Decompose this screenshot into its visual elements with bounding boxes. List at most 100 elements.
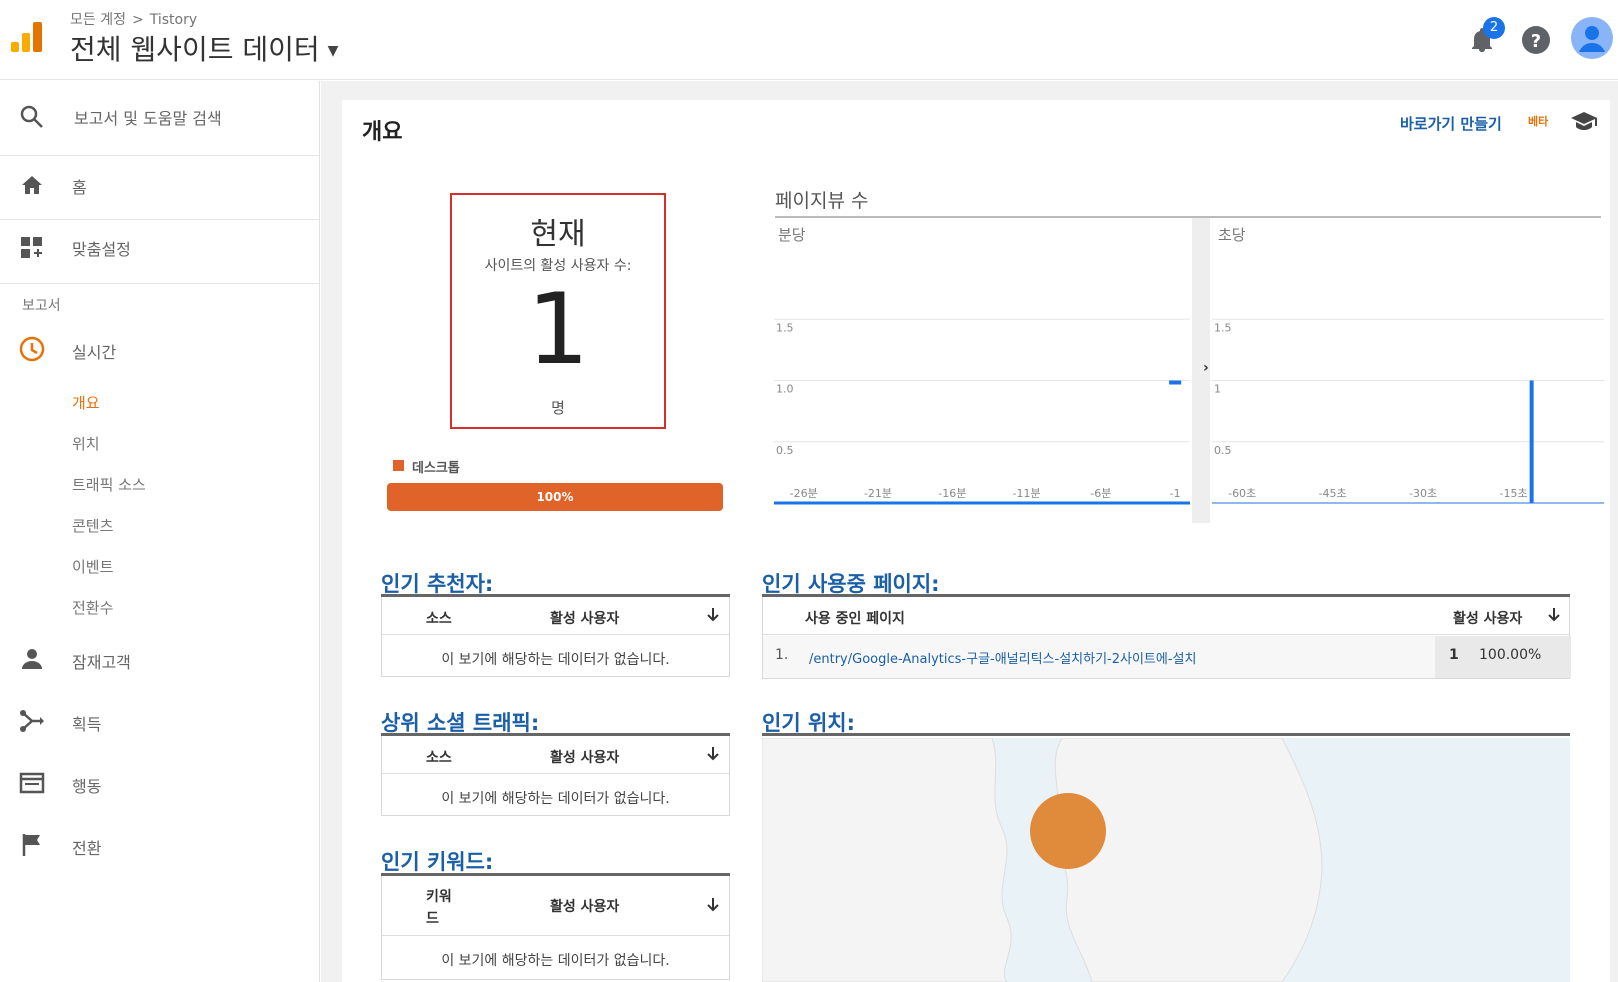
location-map[interactable] — [762, 738, 1570, 982]
y-tick-label: 0.5 — [776, 444, 794, 457]
notification-count-badge: 2 — [1483, 17, 1505, 39]
sort-down-arrow-icon[interactable] — [704, 896, 722, 914]
sidebar: 보고서 및 도움말 검색 홈 맞춤설정 보고서 실시간 개요 위치 트래픽 소스… — [0, 81, 320, 982]
sort-down-arrow-icon[interactable] — [1545, 606, 1563, 624]
create-shortcut-link[interactable]: 바로가기 만들기 — [1400, 113, 1502, 134]
sidebar-item-customize[interactable]: 맞춤설정 — [0, 233, 320, 273]
table-header: 소스 활성 사용자 — [382, 736, 729, 774]
app-header: 모든 계정 > Tistory 전체 웹사이트 데이터 ▼ 2 ? — [0, 0, 1618, 80]
row-active-count: 1 — [1449, 647, 1459, 663]
sidebar-item-label: 획득 — [72, 715, 102, 734]
sidebar-subitem-overview[interactable]: 개요 — [72, 392, 100, 413]
sidebar-item-label: 잠재고객 — [72, 653, 131, 672]
active-users-unit: 명 — [551, 399, 565, 417]
home-icon — [22, 176, 42, 194]
col-active-users[interactable]: 활성 사용자 — [550, 608, 619, 628]
y-tick-label: 0.5 — [1214, 444, 1232, 457]
top-referrals-table: 소스 활성 사용자 이 보기에 해당하는 데이터가 없습니다. — [381, 597, 730, 677]
beta-badge: 베타 — [1528, 115, 1549, 128]
breadcrumb-account[interactable]: 모든 계정 — [70, 12, 126, 28]
chevron-right-icon[interactable]: › — [1203, 360, 1209, 376]
sort-down-arrow-icon[interactable] — [704, 606, 722, 624]
sidebar-subitem-events[interactable]: 이벤트 — [72, 556, 113, 577]
korea-landmass — [1054, 738, 1323, 982]
section-rule — [762, 733, 1570, 736]
y-tick-label: 1.0 — [776, 383, 794, 396]
page-path-link[interactable]: /entry/Google-Analytics-구글-애널리틱스-설치하기-2사… — [809, 648, 1196, 667]
col-active-users[interactable]: 활성 사용자 — [1453, 608, 1522, 628]
x-tick-label: -45초 — [1319, 487, 1347, 500]
pageviews-chart: › 0.5 1.0 1.5 -26분 -21분 -16분 -11분 -6분 -1 0.5 1 1.5 -… — [774, 218, 1604, 523]
y-tick-label: 1.5 — [776, 321, 794, 334]
col-keyword-line2[interactable]: 드 — [426, 908, 439, 928]
person-icon — [22, 649, 42, 669]
location-bubble[interactable] — [1030, 793, 1106, 869]
sidebar-item-home[interactable]: 홈 — [0, 171, 320, 211]
row-index: 1. — [775, 647, 789, 663]
x-tick-label: -30초 — [1409, 487, 1437, 500]
sidebar-item-realtime[interactable]: 실시간 — [0, 335, 320, 371]
data-bar — [1169, 380, 1182, 385]
col-source[interactable]: 소스 — [426, 747, 452, 767]
desktop-legend-swatch — [393, 460, 404, 471]
dashboard-grid-icon — [21, 237, 42, 258]
col-active-page[interactable]: 사용 중인 페이지 — [805, 608, 905, 628]
sidebar-item-label: 실시간 — [72, 343, 117, 362]
help-icon[interactable]: ? — [1518, 22, 1554, 58]
window-layout-icon — [19, 772, 45, 794]
breadcrumb-property[interactable]: Tistory — [150, 12, 197, 28]
top-social-table: 소스 활성 사용자 이 보기에 해당하는 데이터가 없습니다. — [381, 736, 730, 816]
x-tick-label: -21분 — [864, 487, 892, 500]
sidebar-subitem-content[interactable]: 콘텐츠 — [72, 515, 113, 536]
col-keyword-line1[interactable]: 키워 — [426, 886, 452, 906]
x-tick-label: -15초 — [1499, 487, 1527, 500]
x-tick-label: -60초 — [1228, 487, 1256, 500]
map-svg — [762, 738, 1323, 982]
top-pages-table: 사용 중인 페이지 활성 사용자 1. /entry/Google-Analyt… — [762, 597, 1571, 679]
sidebar-item-behavior[interactable]: 행동 — [0, 769, 320, 805]
acquisition-fork-icon — [20, 710, 44, 732]
view-title: 전체 웹사이트 데이터 — [70, 33, 320, 66]
x-tick-label: -16분 — [938, 487, 966, 500]
page-title: 개요 — [362, 120, 403, 145]
sidebar-divider — [0, 155, 320, 156]
row-active-percent: 100.00% — [1479, 647, 1542, 663]
sidebar-divider — [0, 283, 320, 284]
sidebar-subitem-conversions[interactable]: 전환수 — [72, 597, 113, 618]
view-selector[interactable]: 전체 웹사이트 데이터 ▼ — [70, 28, 338, 68]
sidebar-item-audience[interactable]: 잠재고객 — [0, 645, 320, 681]
table-header: 키워 드 활성 사용자 — [382, 876, 729, 936]
x-tick-label: -11분 — [1013, 487, 1041, 500]
sidebar-item-conversions[interactable]: 전환 — [0, 831, 320, 867]
top-keywords-table: 키워 드 활성 사용자 이 보기에 해당하는 데이터가 없습니다. — [381, 876, 730, 980]
sort-down-arrow-icon[interactable] — [704, 745, 722, 763]
sidebar-subitem-traffic-sources[interactable]: 트래픽 소스 — [72, 474, 146, 495]
sidebar-item-label: 홈 — [72, 178, 87, 197]
chevron-down-icon: ▼ — [327, 43, 339, 59]
flag-icon — [22, 834, 40, 856]
sidebar-item-label: 행동 — [72, 777, 102, 796]
analytics-logo-icon[interactable] — [10, 20, 44, 54]
table-row[interactable]: 1. /entry/Google-Analytics-구글-애널리틱스-설치하기… — [763, 636, 1571, 678]
device-share-bar: 100% — [387, 483, 723, 511]
active-users-count: 1 — [526, 273, 590, 387]
col-source[interactable]: 소스 — [426, 608, 452, 628]
sidebar-subitem-locations[interactable]: 위치 — [72, 433, 100, 454]
avatar[interactable] — [1570, 16, 1614, 60]
search-label: 보고서 및 도움말 검색 — [74, 109, 222, 128]
active-users-box: 현재 사이트의 활성 사용자 수: 1 명 — [450, 193, 666, 429]
empty-message: 이 보기에 해당하는 데이터가 없습니다. — [441, 652, 670, 668]
col-active-users[interactable]: 활성 사용자 — [550, 747, 619, 767]
active-users-subtitle: 사이트의 활성 사용자 수: — [484, 258, 632, 274]
empty-message: 이 보기에 해당하는 데이터가 없습니다. — [441, 953, 670, 969]
sidebar-search[interactable]: 보고서 및 도움말 검색 — [0, 101, 320, 141]
table-header: 사용 중인 페이지 활성 사용자 — [763, 597, 1569, 635]
x-tick-label: -1 — [1170, 487, 1181, 500]
empty-message: 이 보기에 해당하는 데이터가 없습니다. — [441, 791, 670, 807]
china-landmass — [762, 738, 1012, 982]
col-active-users[interactable]: 활성 사용자 — [550, 896, 619, 916]
y-tick-label: 1 — [1214, 383, 1221, 396]
graduation-cap-icon[interactable] — [1570, 110, 1598, 132]
breadcrumb[interactable]: 모든 계정 > Tistory — [70, 9, 197, 29]
sidebar-item-acquisition[interactable]: 획득 — [0, 707, 320, 743]
